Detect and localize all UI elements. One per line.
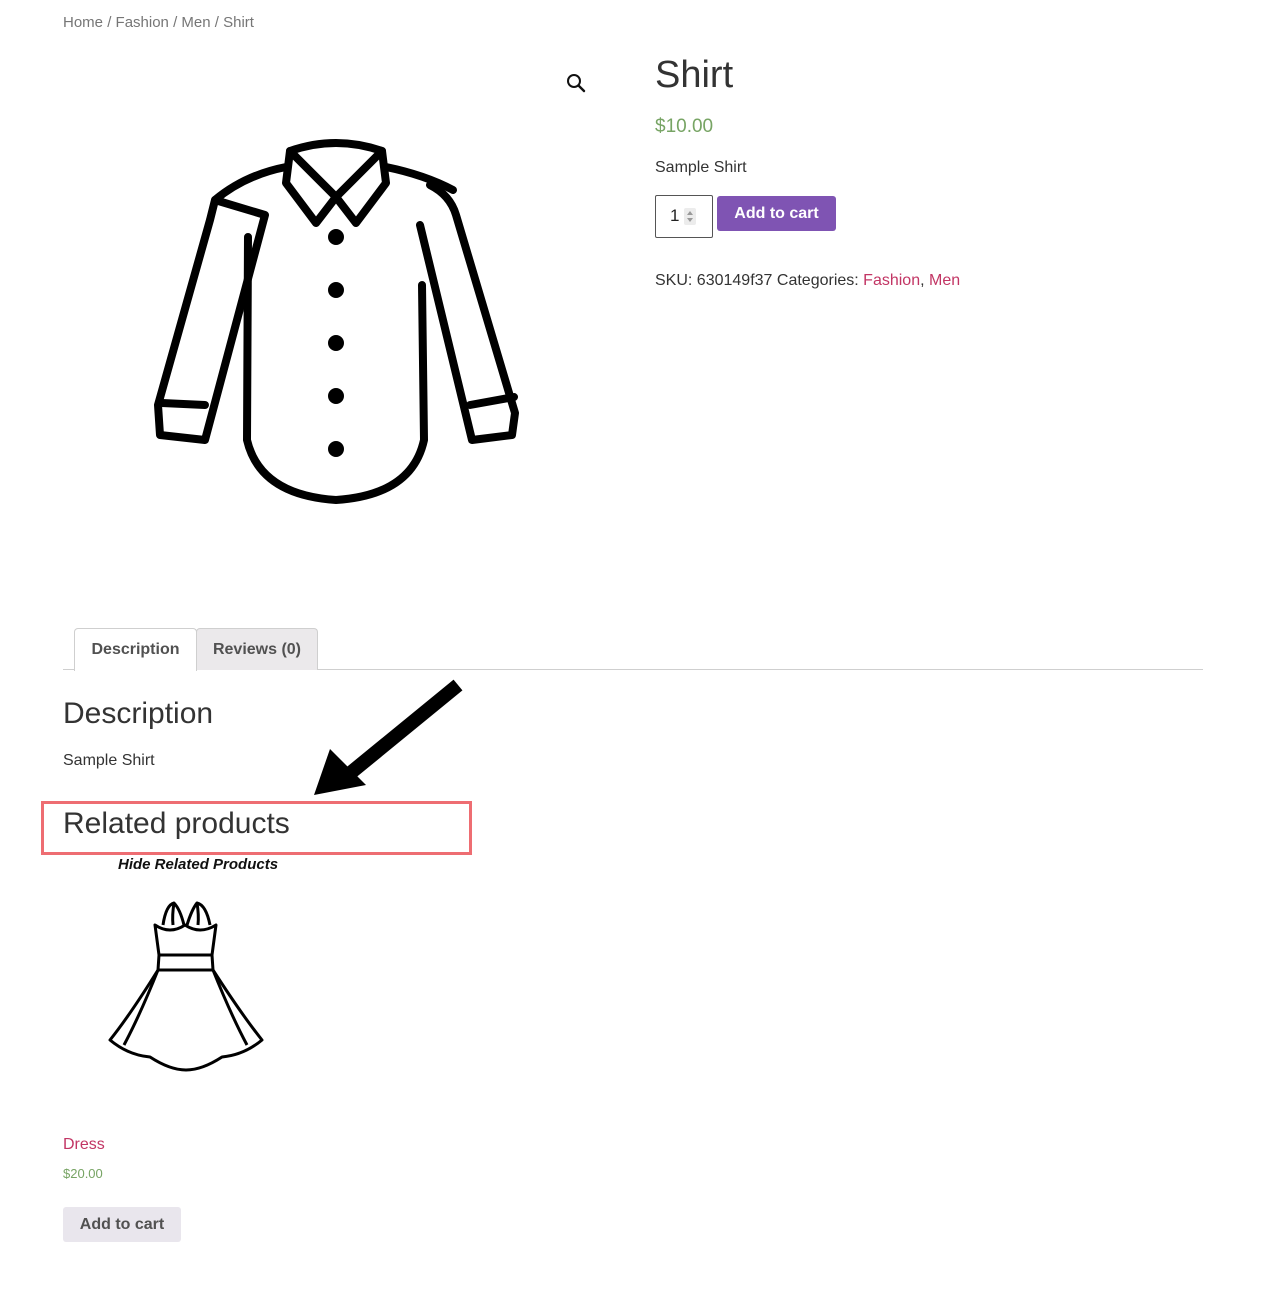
breadcrumb-separator: / <box>107 14 112 31</box>
category-link-men[interactable]: Men <box>929 272 960 289</box>
product-meta: SKU: 630149f37 Categories: Fashion, Men <box>655 272 960 290</box>
breadcrumb-men-link[interactable]: Men <box>181 14 210 31</box>
category-separator: , <box>920 272 925 289</box>
product-title: Shirt <box>655 54 734 96</box>
categories-label: Categories: <box>776 272 859 289</box>
related-product-price: $20.00 <box>63 1166 103 1181</box>
breadcrumb: Home / Fashion / Men / Shirt <box>63 14 254 31</box>
related-add-to-cart-button[interactable]: Add to cart <box>63 1207 181 1242</box>
breadcrumb-separator: / <box>214 14 219 31</box>
breadcrumb-fashion-link[interactable]: Fashion <box>116 14 169 31</box>
product-price: $10.00 <box>655 116 714 137</box>
category-link-fashion[interactable]: Fashion <box>863 272 920 289</box>
breadcrumb-home-link[interactable]: Home <box>63 14 103 31</box>
tab-description[interactable]: Description <box>74 628 197 671</box>
quantity-spin-icon[interactable] <box>684 208 696 225</box>
annotation-label: Hide Related Products <box>118 856 279 873</box>
related-product-title[interactable]: Dress <box>63 1136 105 1154</box>
breadcrumb-current: Shirt <box>223 14 254 31</box>
shirt-outline-icon[interactable] <box>150 135 522 507</box>
product-short-description: Sample Shirt <box>655 159 747 176</box>
tab-reviews[interactable]: Reviews (0) <box>196 628 318 670</box>
arrow-down-left-icon <box>308 675 468 803</box>
magnifier-icon[interactable] <box>565 72 587 94</box>
breadcrumb-separator: / <box>173 14 178 31</box>
sku-value: 630149f37 <box>696 272 773 289</box>
description-heading: Description <box>63 697 214 730</box>
highlight-box <box>41 801 472 855</box>
sku-label: SKU: <box>655 272 693 289</box>
dress-outline-icon[interactable] <box>100 895 270 1080</box>
description-text: Sample Shirt <box>63 752 155 769</box>
add-to-cart-button[interactable]: Add to cart <box>717 196 836 231</box>
quantity-stepper[interactable] <box>655 195 713 238</box>
